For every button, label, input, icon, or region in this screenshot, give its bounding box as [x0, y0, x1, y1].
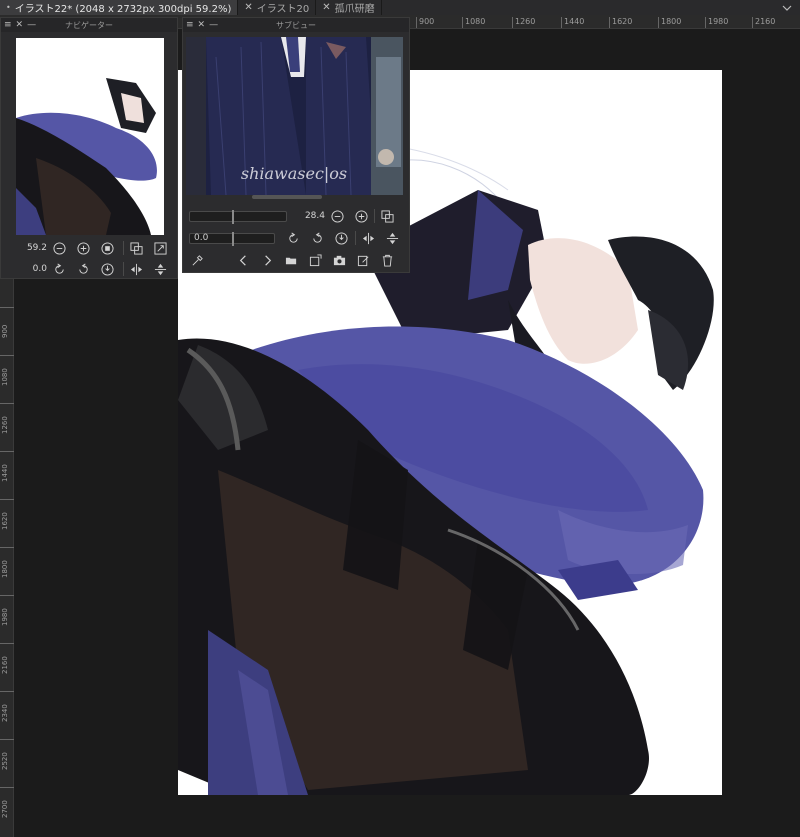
ruler-tick: 1980	[705, 17, 728, 28]
navigator-zoom-row: 59.2	[21, 240, 176, 256]
unsaved-dot-icon: •	[6, 3, 11, 12]
actual-size-icon[interactable]	[379, 208, 395, 224]
ruler-tick: 900	[0, 307, 14, 338]
tab-illust20[interactable]: ✕ イラスト20	[238, 0, 317, 15]
rotate-left-icon[interactable]	[285, 230, 301, 246]
flip-vertical-icon[interactable]	[152, 261, 168, 277]
watermark-text: shiawasec|os	[241, 164, 347, 183]
ruler-tick: 1620	[0, 499, 14, 530]
ruler-tick: 2160	[0, 643, 14, 674]
open-folder-icon[interactable]	[283, 252, 299, 268]
navigator-zoom-value: 59.2	[26, 243, 47, 253]
subview-scrollbar[interactable]	[252, 195, 322, 199]
zoom-out-icon[interactable]	[329, 208, 345, 224]
tab-label: 孤爪研磨	[334, 4, 375, 15]
subview-rotation-slider[interactable]: 0.0	[189, 231, 275, 246]
ruler-tick: 1260	[0, 403, 14, 434]
subview-header: ≡ ✕ — サブビュー	[183, 18, 409, 32]
flip-horizontal-icon[interactable]	[128, 261, 144, 277]
navigator-thumbnail-image	[16, 78, 157, 235]
ruler-tick: 1260	[512, 17, 535, 28]
divider	[123, 262, 124, 276]
navigator-preview[interactable]	[16, 38, 164, 235]
tab-label: イラスト20	[256, 4, 310, 15]
subview-zoom-row: 28.4	[189, 208, 409, 224]
subview-panel: ≡ ✕ — サブビュー shiawasec|os 28.4 0.0	[182, 17, 410, 273]
fit-to-window-icon[interactable]	[99, 240, 115, 256]
subview-zoom-slider[interactable]	[189, 209, 287, 224]
tab-label: イラスト22* (2048 x 2732px 300dpi 59.2%)	[14, 4, 232, 15]
app-window: • イラスト22* (2048 x 2732px 300dpi 59.2%) ✕…	[0, 0, 800, 837]
navigator-rotate-row: 0.0	[21, 261, 176, 277]
ruler-tick: 1440	[561, 17, 584, 28]
subview-reference-image[interactable]: shiawasec|os	[186, 37, 403, 195]
close-tab-icon[interactable]: ✕	[244, 2, 252, 13]
divider	[355, 231, 356, 245]
flip-horizontal-icon[interactable]	[360, 230, 376, 246]
ruler-tick: 1440	[0, 451, 14, 482]
ruler-tick: 900	[416, 17, 434, 28]
divider	[374, 209, 375, 223]
import-image-icon[interactable]	[307, 252, 323, 268]
tab-illust22[interactable]: • イラスト22* (2048 x 2732px 300dpi 59.2%)	[0, 0, 239, 15]
panel-title: ナビゲーター	[65, 20, 113, 30]
ruler-tick: 2340	[0, 691, 14, 722]
tab-kozume[interactable]: ✕ 孤爪研磨	[316, 0, 382, 15]
ruler-tick: 1620	[609, 17, 632, 28]
document-tab-bar: • イラスト22* (2048 x 2732px 300dpi 59.2%) ✕…	[0, 0, 800, 15]
zoom-in-icon[interactable]	[75, 240, 91, 256]
subview-rotation-value: 0.0	[194, 232, 209, 243]
eyedropper-icon[interactable]	[189, 252, 205, 268]
fit-canvas-icon[interactable]	[152, 240, 168, 256]
subview-tools-row	[189, 252, 409, 268]
reference-photo: shiawasec|os	[186, 37, 403, 195]
zoom-in-icon[interactable]	[353, 208, 369, 224]
tab-overflow-chevron-down-icon[interactable]	[774, 0, 800, 15]
subview-zoom-value: 28.4	[304, 211, 325, 221]
ruler-tick: 1080	[462, 17, 485, 28]
camera-icon[interactable]	[331, 252, 347, 268]
reset-rotation-icon[interactable]	[333, 230, 349, 246]
actual-size-icon[interactable]	[128, 240, 144, 256]
reset-rotation-icon[interactable]	[99, 261, 115, 277]
divider	[123, 241, 124, 255]
flip-vertical-icon[interactable]	[384, 230, 400, 246]
rotate-left-icon[interactable]	[51, 261, 67, 277]
ruler-tick: 1800	[658, 17, 681, 28]
panel-title: サブビュー	[276, 20, 316, 30]
ruler-tick: 1800	[0, 547, 14, 578]
edit-image-icon[interactable]	[355, 252, 371, 268]
trash-icon[interactable]	[379, 252, 395, 268]
ruler-tick: 1080	[0, 355, 14, 386]
zoom-out-icon[interactable]	[51, 240, 67, 256]
ruler-tick: 2520	[0, 739, 14, 770]
navigator-panel: ≡ ✕ — ナビゲーター 59.2 0.0	[0, 17, 178, 279]
rotate-right-icon[interactable]	[75, 261, 91, 277]
ruler-tick: 2700	[0, 787, 14, 818]
slider-knob[interactable]	[232, 209, 234, 224]
navigator-header: ≡ ✕ — ナビゲーター	[1, 18, 177, 32]
close-tab-icon[interactable]: ✕	[322, 2, 330, 13]
ruler-tick: 2160	[752, 17, 775, 28]
previous-image-icon[interactable]	[235, 252, 251, 268]
rotate-right-icon[interactable]	[309, 230, 325, 246]
ruler-tick: 1980	[0, 595, 14, 626]
navigator-rotation-value: 0.0	[32, 264, 47, 274]
next-image-icon[interactable]	[259, 252, 275, 268]
subview-rotate-row: 0.0	[189, 230, 409, 246]
slider-knob[interactable]	[232, 231, 234, 246]
